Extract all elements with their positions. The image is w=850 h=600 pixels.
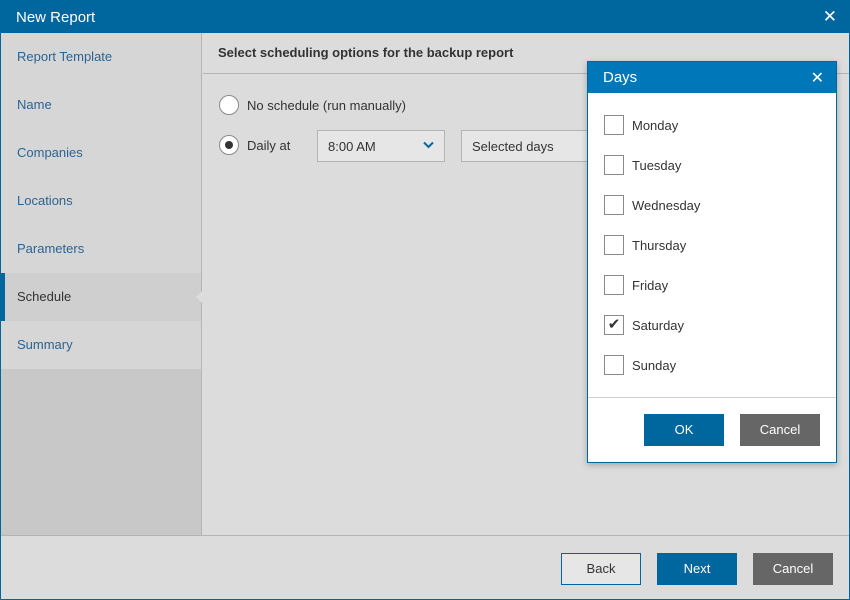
sidebar-item-parameters[interactable]: Parameters: [1, 225, 201, 273]
day-label: Monday: [632, 117, 679, 133]
day-monday[interactable]: Monday: [604, 115, 678, 135]
window-titlebar: New Report ✕: [1, 1, 849, 33]
day-label: Thursday: [632, 237, 687, 253]
day-tuesday[interactable]: Tuesday: [604, 155, 681, 175]
no-schedule-option[interactable]: No schedule (run manually): [219, 95, 406, 115]
sidebar-item-summary[interactable]: Summary: [1, 321, 201, 369]
wednesday-checkbox[interactable]: [604, 195, 624, 215]
day-saturday[interactable]: ✔ Saturday: [604, 315, 684, 335]
day-label: Wednesday: [632, 197, 701, 213]
wizard-footer: Back Next Cancel: [1, 535, 849, 599]
day-friday[interactable]: Friday: [604, 275, 668, 295]
sidebar-item-schedule[interactable]: Schedule: [1, 273, 202, 321]
days-select-value: Selected days: [472, 139, 554, 154]
thursday-checkbox[interactable]: [604, 235, 624, 255]
close-icon[interactable]: ✕: [811, 68, 824, 88]
monday-checkbox[interactable]: [604, 115, 624, 135]
window-title: New Report: [16, 9, 96, 26]
wizard-steps: Report Template Name Companies Locations…: [1, 33, 202, 369]
next-button[interactable]: Next: [657, 553, 737, 585]
close-icon[interactable]: ✕: [823, 8, 837, 25]
back-button[interactable]: Back: [561, 553, 641, 585]
tuesday-checkbox[interactable]: [604, 155, 624, 175]
wizard-sidebar: Report Template Name Companies Locations…: [1, 33, 202, 535]
days-dialog-header: Days ✕: [588, 62, 836, 93]
check-icon: ✔: [607, 316, 621, 333]
day-wednesday[interactable]: Wednesday: [604, 195, 700, 215]
days-dialog-title: Days: [603, 69, 638, 86]
dialog-divider: [588, 397, 836, 398]
sunday-checkbox[interactable]: [604, 355, 624, 375]
friday-checkbox[interactable]: [604, 275, 624, 295]
no-schedule-label: No schedule (run manually): [247, 97, 406, 113]
sidebar-item-report-template[interactable]: Report Template: [1, 33, 201, 81]
day-label: Sunday: [632, 357, 677, 373]
cancel-button[interactable]: Cancel: [753, 553, 833, 585]
chevron-down-icon: [423, 138, 434, 153]
day-label: Friday: [632, 277, 669, 293]
day-sunday[interactable]: Sunday: [604, 355, 676, 375]
no-schedule-radio[interactable]: [219, 95, 239, 115]
sidebar-item-companies[interactable]: Companies: [1, 129, 201, 177]
daily-at-label: Daily at: [247, 137, 291, 153]
days-dialog: Days ✕ Monday Tuesday Wednesday Thursday…: [587, 61, 837, 463]
day-label: Tuesday: [632, 157, 682, 173]
ok-button[interactable]: OK: [644, 414, 724, 446]
days-select[interactable]: Selected days: [461, 130, 601, 162]
daily-at-radio[interactable]: [219, 135, 239, 155]
day-thursday[interactable]: Thursday: [604, 235, 686, 255]
sidebar-item-name[interactable]: Name: [1, 81, 201, 129]
time-select-value: 8:00 AM: [328, 139, 376, 154]
sidebar-item-locations[interactable]: Locations: [1, 177, 201, 225]
daily-at-option[interactable]: Daily at: [219, 135, 290, 155]
day-label: Saturday: [632, 317, 685, 333]
time-select[interactable]: 8:00 AM: [317, 130, 445, 162]
saturday-checkbox[interactable]: ✔: [604, 315, 624, 335]
dialog-cancel-button[interactable]: Cancel: [740, 414, 820, 446]
